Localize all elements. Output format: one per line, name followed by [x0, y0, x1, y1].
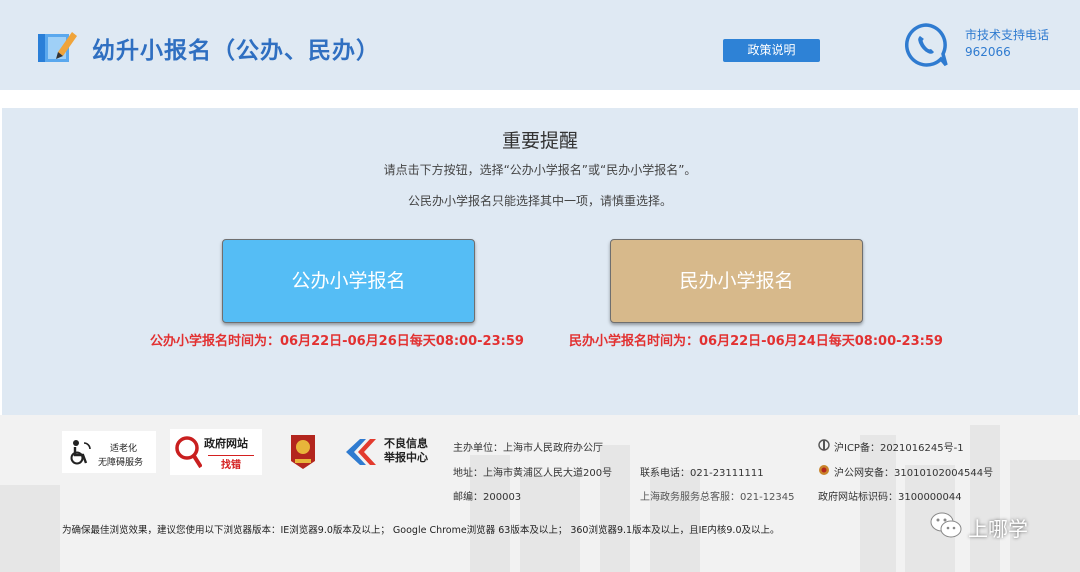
postcode: 邮编：200003	[453, 492, 522, 503]
police-badge-icon	[819, 465, 829, 475]
wechat-icon	[930, 512, 962, 538]
public-school-button[interactable]: 公办小学报名	[222, 239, 475, 323]
report-center-badge[interactable]: 不良信息 举报中心	[344, 435, 434, 469]
gov-site-sub: 找错	[208, 455, 254, 471]
contact-phone: 联系电话：021-23111111	[640, 468, 764, 479]
notice-warning: 公民办小学报名只能选择其中一项，请慎重选择。	[407, 194, 672, 208]
private-school-button[interactable]: 民办小学报名	[610, 239, 863, 323]
police-record[interactable]: 沪公网安备：31010102004544号	[834, 464, 993, 479]
watermark-text: 上哪学	[968, 517, 1028, 541]
notice-text: 请点击下方按钮，选择“公办小学报名”或“民办小学报名”。	[383, 163, 697, 177]
report-line-2: 举报中心	[384, 451, 428, 464]
page-title: 幼升小报名（公办、民办）	[92, 38, 380, 64]
private-registration-time: 民办小学报名时间为：06月22日-06月24日每天08:00-23:59	[569, 334, 943, 349]
gov-site-title: 政府网站	[204, 437, 248, 450]
public-registration-time: 公办小学报名时间为：06月22日-06月26日每天08:00-23:59	[150, 334, 524, 349]
support-number: 962066	[965, 45, 1011, 59]
report-arrow-icon	[346, 439, 376, 465]
accessibility-label-2: 无障碍服务	[98, 458, 144, 468]
magnifier-icon	[175, 436, 202, 469]
report-line-1: 不良信息	[384, 437, 428, 450]
notice-title: 重要提醒	[501, 130, 578, 152]
header: 幼升小报名（公办、民办） 政策说明 市技术支持电话 962066	[0, 0, 1080, 90]
phone-chat-icon	[905, 23, 948, 67]
browser-note: 为确保最佳浏览效果，建议您使用以下浏览器版本：IE浏览器9.0版本及以上； Go…	[62, 525, 780, 536]
icp-icon	[818, 439, 830, 451]
icp-record[interactable]: 沪ICP备：2021016245号-1	[834, 439, 964, 454]
watermark: 上哪学	[930, 509, 1060, 543]
support-label: 市技术支持电话	[965, 28, 1050, 42]
address: 地址：上海市黄浦区人民大道200号	[453, 468, 613, 479]
report-center-label: 不良信息 举报中心	[384, 437, 428, 465]
accessibility-label-1: 适老化	[110, 444, 138, 454]
emblem-icon[interactable]	[289, 433, 317, 471]
accessibility-badge[interactable]: 适老化 无障碍服务	[62, 431, 156, 473]
divider	[0, 90, 1080, 108]
gov-site-error-badge[interactable]: 政府网站 找错	[170, 429, 262, 475]
main-panel: 重要提醒 请点击下方按钮，选择“公办小学报名”或“民办小学报名”。 公民办小学报…	[2, 108, 1078, 415]
host-unit: 主办单位：上海市人民政府办公厅	[453, 443, 603, 454]
notebook-pencil-icon	[38, 32, 77, 62]
wheelchair-icon	[70, 440, 91, 465]
site-code: 政府网站标识码：3100000044	[818, 492, 962, 503]
footer: 适老化 无障碍服务 政府网站 找错 不良信息 举报中心 主办单位：上海市人民政府…	[0, 415, 1080, 572]
policy-button[interactable]: 政策说明	[723, 39, 820, 62]
service-phone: 上海政务服务总客服：021-12345	[640, 492, 795, 503]
